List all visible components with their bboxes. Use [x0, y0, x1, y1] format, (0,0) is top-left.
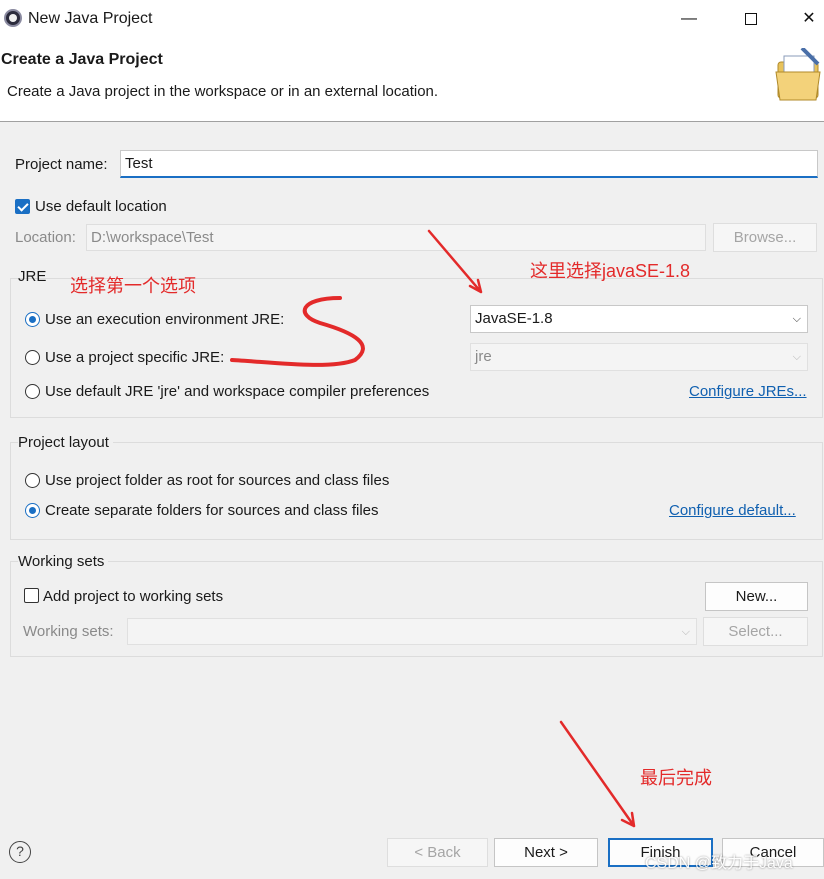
location-input[interactable]: D:\workspace\Test	[86, 224, 706, 251]
jre-group-title: JRE	[18, 268, 47, 285]
eclipse-app-icon	[4, 9, 22, 27]
project-specific-jre-select[interactable]: jre ⌵	[470, 343, 808, 371]
execution-environment-value: JavaSE-1.8	[475, 310, 553, 327]
wizard-title: Create a Java Project	[1, 51, 163, 68]
close-button[interactable]: ✕	[786, 4, 824, 34]
maximize-icon	[745, 12, 757, 25]
add-to-working-sets-checkbox[interactable]	[24, 588, 39, 603]
select-working-sets-button[interactable]: Select...	[703, 617, 808, 646]
next-button[interactable]: Next >	[494, 838, 598, 867]
back-button[interactable]: < Back	[387, 838, 488, 867]
annotation-arrow-to-finish	[559, 720, 636, 828]
location-label: Location:	[15, 229, 76, 246]
wizard-banner: Create a Java Project Create a Java proj…	[0, 38, 824, 122]
radio-layout-separate[interactable]	[25, 503, 40, 518]
use-default-location-checkbox[interactable]	[15, 199, 30, 214]
project-layout-group-title: Project layout	[18, 434, 113, 451]
wizard-description: Create a Java project in the workspace o…	[7, 83, 439, 100]
project-name-input[interactable]: Test	[120, 150, 818, 178]
maximize-button[interactable]	[728, 4, 774, 34]
watermark-text: CSDN @致力于Java	[645, 855, 793, 872]
window-titlebar: New Java Project — ✕	[0, 0, 824, 38]
configure-default-link[interactable]: Configure default...	[669, 502, 796, 519]
annotation-pick-javase: 这里选择javaSE-1.8	[530, 261, 691, 281]
project-layout-group	[10, 442, 823, 540]
chevron-down-icon: ⌵	[792, 351, 801, 363]
radio-default-jre[interactable]	[25, 384, 40, 399]
working-sets-group-title: Working sets	[18, 553, 109, 570]
working-sets-label: Working sets:	[23, 623, 114, 640]
radio-layout-separate-label: Create separate folders for sources and …	[45, 502, 379, 519]
minimize-button[interactable]: —	[666, 4, 712, 34]
working-sets-select[interactable]: ⌵	[127, 618, 697, 645]
use-default-location-label: Use default location	[35, 198, 167, 215]
browse-button[interactable]: Browse...	[713, 223, 817, 252]
project-specific-jre-value: jre	[475, 348, 492, 365]
radio-layout-root[interactable]	[25, 473, 40, 488]
chevron-down-icon: ⌵	[792, 313, 801, 325]
project-name-label: Project name:	[15, 156, 108, 173]
radio-project-specific-jre[interactable]	[25, 350, 40, 365]
execution-environment-select[interactable]: JavaSE-1.8 ⌵	[470, 305, 808, 333]
radio-layout-root-label: Use project folder as root for sources a…	[45, 472, 390, 489]
radio-execution-environment-label: Use an execution environment JRE:	[45, 311, 285, 328]
radio-project-specific-jre-label: Use a project specific JRE:	[45, 349, 225, 366]
radio-execution-environment[interactable]	[25, 312, 40, 327]
add-to-working-sets-label: Add project to working sets	[43, 588, 224, 605]
radio-default-jre-label: Use default JRE 'jre' and workspace comp…	[45, 383, 430, 400]
chevron-down-icon: ⌵	[681, 626, 690, 638]
annotation-pick-first: 选择第一个选项	[70, 276, 196, 296]
window-title: New Java Project	[28, 10, 153, 27]
annotation-finish-note: 最后完成	[640, 768, 712, 788]
configure-jres-link[interactable]: Configure JREs...	[689, 383, 807, 400]
help-icon[interactable]: ?	[9, 841, 31, 863]
new-project-folder-icon	[775, 48, 821, 101]
new-working-set-button[interactable]: New...	[705, 582, 808, 611]
annotation-overlay	[230, 229, 636, 828]
